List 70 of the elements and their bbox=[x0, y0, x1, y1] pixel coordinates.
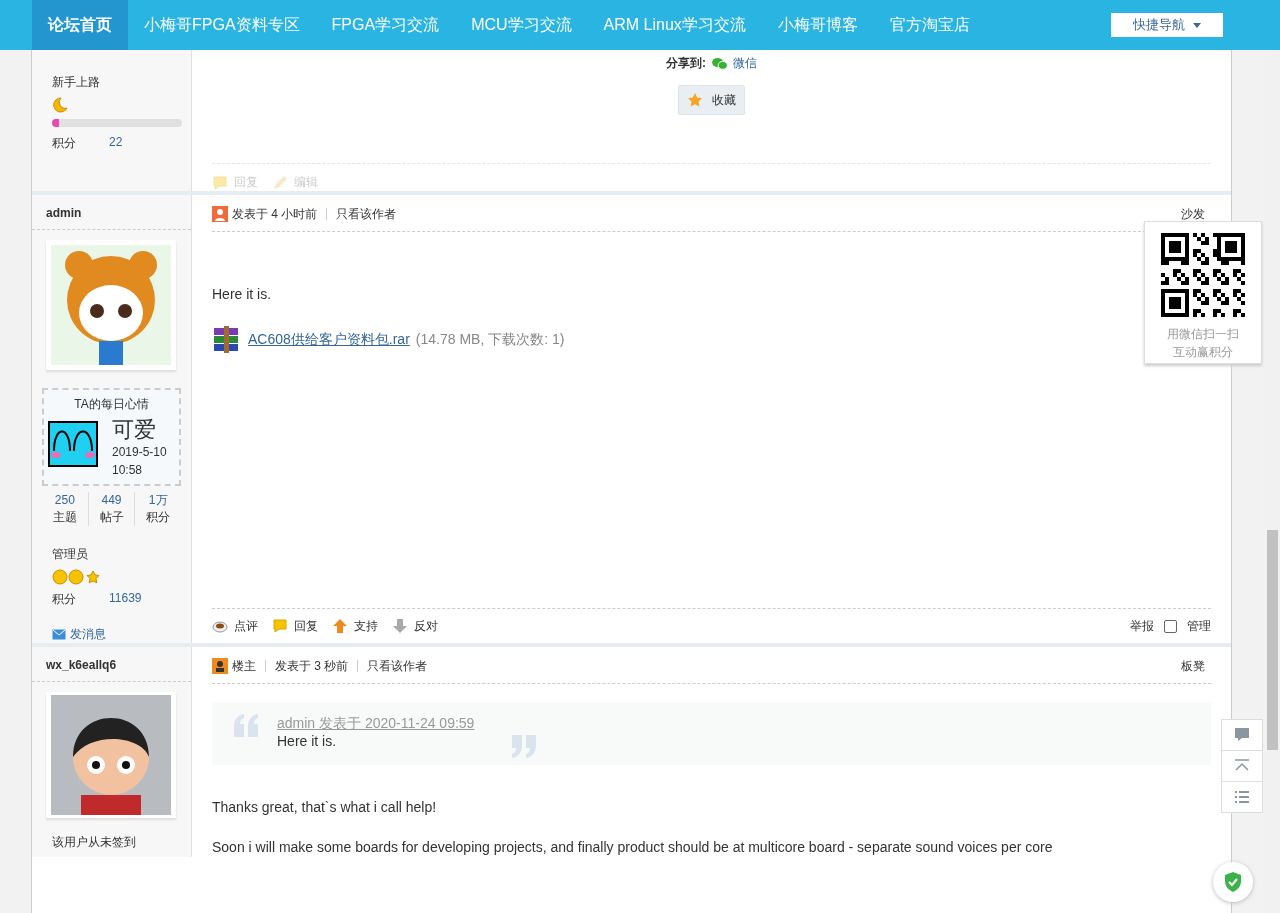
cup-icon bbox=[212, 618, 228, 634]
list-button[interactable] bbox=[1221, 781, 1263, 813]
smiley-medals-icon bbox=[52, 569, 102, 585]
caret-icon bbox=[1193, 22, 1201, 28]
speech-bubble-icon bbox=[272, 618, 288, 634]
pencil-icon bbox=[272, 174, 288, 191]
author-name: admin bbox=[32, 197, 191, 230]
send-message-link[interactable]: 发消息 bbox=[52, 626, 171, 643]
points-label: 积分 bbox=[52, 591, 77, 608]
shield-check-icon bbox=[1223, 871, 1243, 893]
quick-nav-button[interactable]: 快捷导航 bbox=[1111, 13, 1223, 37]
floor-number: 沙发 bbox=[1181, 205, 1205, 223]
stat-value[interactable]: 250 bbox=[54, 492, 75, 509]
author-name: wx_k6eallq6 bbox=[32, 649, 191, 682]
report-link[interactable]: 举报 bbox=[1130, 617, 1154, 635]
post-text: Soon i will make some boards for developing projects, and finally product should be at multicore board - separate sound voices per core bbox=[212, 839, 1054, 855]
stat-label: 主题 bbox=[52, 509, 77, 526]
speech-bubble-icon bbox=[212, 174, 228, 191]
close-quote-icon bbox=[510, 735, 539, 759]
share-link[interactable]: 微信 bbox=[733, 54, 757, 72]
chat-bubbles-icon bbox=[711, 56, 728, 70]
thread-starter-label: 楼主 bbox=[232, 657, 256, 675]
points-value: 11639 bbox=[109, 591, 142, 607]
author-only-link[interactable]: 只看该作者 bbox=[336, 205, 397, 223]
post-action-link[interactable]: 支持 bbox=[332, 617, 378, 635]
mood-text: 可爱 bbox=[112, 417, 157, 443]
post-text: Thanks great, that`s what i call help! bbox=[212, 799, 438, 815]
stat-value[interactable]: 449 bbox=[101, 492, 122, 509]
envelope-icon bbox=[52, 629, 66, 640]
floor-number: 板凳 bbox=[1181, 657, 1205, 675]
user-rank: 管理员 bbox=[52, 546, 89, 563]
post-text: Here it is. bbox=[212, 286, 273, 302]
points-label: 积分 bbox=[52, 135, 77, 152]
nav-link[interactable]: 论坛首页 bbox=[32, 0, 128, 50]
post-action-link[interactable]: 点评 bbox=[212, 617, 258, 635]
post-action-link[interactable]: 回复 bbox=[272, 617, 318, 635]
manage-label: 管理 bbox=[1187, 617, 1211, 635]
star-icon bbox=[687, 92, 703, 108]
speech-bubble-icon bbox=[1234, 727, 1250, 743]
qr-caption: 用微信扫一扫 bbox=[1167, 326, 1239, 343]
mood-title: TA的每日心情 bbox=[73, 396, 150, 413]
stat-label: 积分 bbox=[146, 509, 171, 526]
stat-label: 帖子 bbox=[99, 509, 124, 526]
open-quote-icon bbox=[232, 713, 260, 737]
up-arrow-icon bbox=[332, 618, 348, 634]
user-icon bbox=[212, 206, 228, 222]
author-only-link[interactable]: 只看该作者 bbox=[367, 657, 428, 675]
moon-icon bbox=[52, 97, 68, 113]
down-arrow-icon bbox=[392, 618, 408, 634]
quote-text: Here it is. bbox=[277, 733, 338, 749]
manage-checkbox[interactable] bbox=[1164, 619, 1177, 633]
share-label: 分享到: bbox=[666, 54, 706, 72]
sign-in-status: 该用户从未签到 bbox=[52, 834, 137, 851]
qr-caption: 互动赢积分 bbox=[1173, 344, 1233, 361]
post-action-link[interactable]: 反对 bbox=[392, 617, 438, 635]
post-time: 发表于 4 小时前 bbox=[232, 205, 318, 223]
attachment-info: (14.78 MB, 下载次数: 1) bbox=[415, 331, 565, 349]
attachment-link[interactable]: AC608供给客户资料包.rar bbox=[248, 331, 410, 349]
stat-value[interactable]: 1万 bbox=[148, 492, 168, 509]
points-value: 22 bbox=[109, 135, 123, 151]
back-to-top-button[interactable] bbox=[1221, 750, 1263, 782]
post-time: 发表于 3 秒前 bbox=[275, 657, 349, 675]
mood-date: 2019-5-10 bbox=[112, 444, 167, 461]
comment-button[interactable] bbox=[1221, 719, 1263, 751]
user-rank: 新手上路 bbox=[52, 74, 101, 91]
list-icon bbox=[1234, 789, 1250, 805]
favorite-button[interactable]: 收藏 bbox=[678, 85, 745, 115]
user-icon bbox=[212, 658, 228, 674]
mood-time: 10:58 bbox=[112, 462, 144, 479]
cartoon-face-icon bbox=[48, 421, 98, 467]
